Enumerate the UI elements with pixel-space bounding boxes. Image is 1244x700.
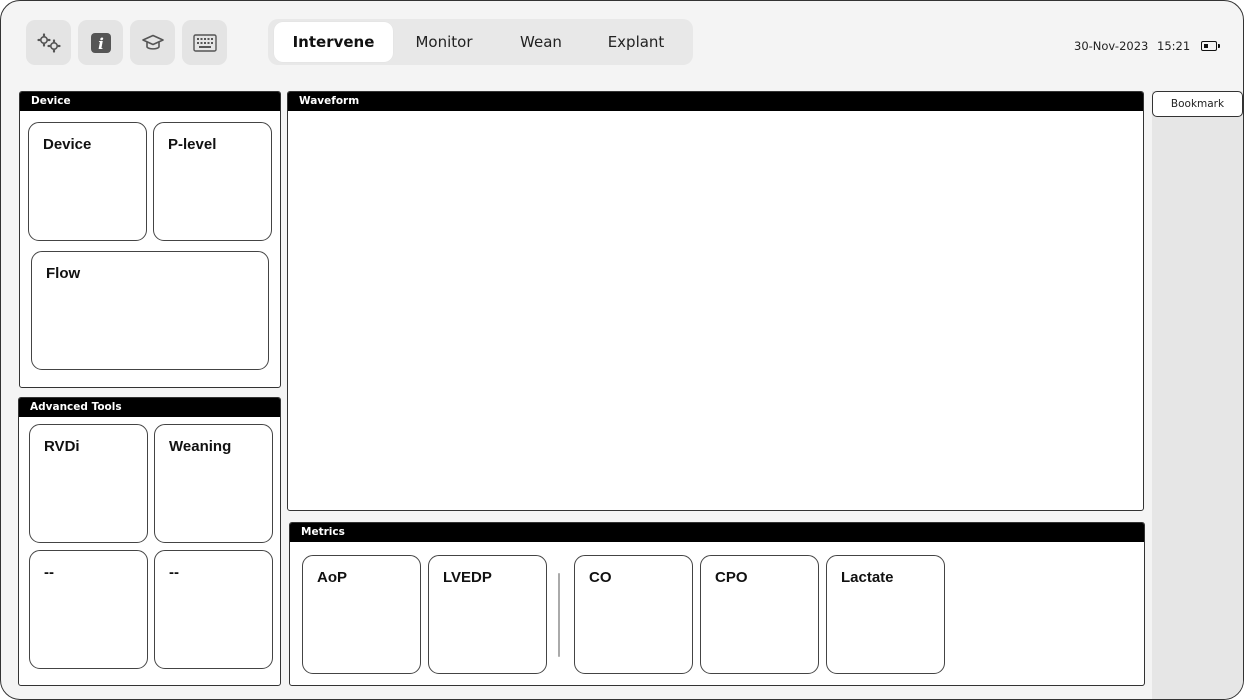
- lvedp-card[interactable]: LVEDP: [428, 555, 547, 674]
- mode-tabs: Intervene Monitor Wean Explant: [268, 19, 693, 65]
- empty-tool-card[interactable]: --: [29, 550, 148, 669]
- device-card-label: Device: [43, 136, 92, 153]
- app-window: i Intervene Monitor Wean Explant 30-Nov-…: [0, 0, 1244, 700]
- advanced-tools-panel: Advanced Tools RVDi Weaning -- --: [18, 397, 281, 686]
- co-card-label: CO: [589, 569, 612, 586]
- cpo-card-label: CPO: [715, 569, 748, 586]
- battery-icon: [1201, 41, 1220, 51]
- waveform-panel: Waveform: [287, 91, 1144, 511]
- training-button[interactable]: [130, 20, 175, 65]
- lvedp-card-label: LVEDP: [443, 569, 492, 586]
- waveform-area[interactable]: [288, 111, 1143, 510]
- status-time: 15:21: [1157, 39, 1191, 53]
- aop-card[interactable]: AoP: [302, 555, 421, 674]
- flow-card[interactable]: Flow: [31, 251, 269, 370]
- waveform-panel-title: Waveform: [288, 92, 1143, 111]
- p-level-card-label: P-level: [168, 136, 217, 153]
- device-card[interactable]: Device: [28, 122, 147, 241]
- bookmark-sidebar: [1152, 91, 1243, 699]
- flow-card-label: Flow: [46, 265, 81, 282]
- empty-tool-card-label: --: [44, 564, 54, 581]
- lactate-card[interactable]: Lactate: [826, 555, 945, 674]
- tab-monitor[interactable]: Monitor: [396, 22, 492, 62]
- metrics-panel-title: Metrics: [290, 523, 1144, 542]
- gears-icon: [36, 32, 61, 53]
- metrics-panel: Metrics AoP LVEDP CO CPO Lactate: [289, 522, 1145, 686]
- weaning-card[interactable]: Weaning: [154, 424, 273, 543]
- weaning-card-label: Weaning: [169, 438, 232, 455]
- aop-card-label: AoP: [317, 569, 347, 586]
- info-icon: i: [90, 32, 111, 53]
- keyboard-icon: [192, 33, 217, 52]
- empty-tool-card-label: --: [169, 564, 179, 581]
- graduation-cap-icon: [141, 34, 164, 50]
- tab-explant[interactable]: Explant: [590, 22, 682, 62]
- device-panel: Device Device P-level Flow: [19, 91, 281, 388]
- tab-intervene[interactable]: Intervene: [274, 22, 393, 62]
- tab-wean[interactable]: Wean: [496, 22, 586, 62]
- rvdi-card-label: RVDi: [44, 438, 80, 455]
- svg-text:i: i: [98, 35, 104, 53]
- empty-tool-card[interactable]: --: [154, 550, 273, 669]
- cpo-card[interactable]: CPO: [700, 555, 819, 674]
- status-date: 30-Nov-2023: [1074, 39, 1149, 53]
- device-panel-title: Device: [20, 92, 280, 111]
- bookmark-button[interactable]: Bookmark: [1152, 91, 1243, 117]
- rvdi-card[interactable]: RVDi: [29, 424, 148, 543]
- settings-button[interactable]: [26, 20, 71, 65]
- info-button[interactable]: i: [78, 20, 123, 65]
- metrics-divider: [558, 573, 560, 657]
- lactate-card-label: Lactate: [841, 569, 894, 586]
- p-level-card[interactable]: P-level: [153, 122, 272, 241]
- keyboard-button[interactable]: [182, 20, 227, 65]
- advanced-tools-panel-title: Advanced Tools: [19, 398, 280, 417]
- co-card[interactable]: CO: [574, 555, 693, 674]
